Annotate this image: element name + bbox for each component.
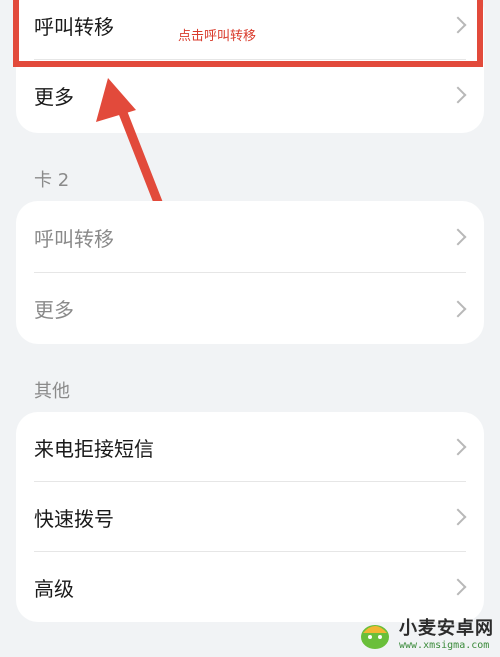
watermark-title: 小麦安卓网 [399, 618, 494, 639]
annotation-text: 点击呼叫转移 [178, 29, 257, 44]
section-label-sim2: 卡 2 [34, 170, 70, 191]
row-call-forwarding-sim2[interactable]: 呼叫转移 [16, 201, 484, 273]
chevron-right-icon [449, 86, 467, 104]
row-label: 高级 [34, 576, 74, 601]
row-advanced[interactable]: 高级 [16, 552, 484, 622]
row-more-sim1[interactable]: 更多 [16, 60, 484, 130]
chevron-right-icon [449, 508, 467, 526]
watermark: 小麦安卓网 www.xmsigma.com [357, 614, 494, 651]
row-label: 更多 [34, 298, 74, 322]
row-label: 快速拨号 [34, 506, 114, 531]
settings-card-other: 来电拒接短信 快速拨号 高级 [16, 412, 484, 622]
row-label: 更多 [34, 84, 74, 109]
chevron-right-icon [449, 578, 467, 596]
row-label: 来电拒接短信 [34, 436, 154, 461]
row-reject-sms[interactable]: 来电拒接短信 [16, 412, 484, 482]
watermark-url: www.xmsigma.com [399, 640, 490, 651]
row-more-sim2[interactable]: 更多 [16, 273, 484, 344]
settings-card-sim2: 呼叫转移 更多 [16, 201, 484, 344]
section-label-other: 其他 [34, 381, 70, 402]
chevron-right-icon [449, 438, 467, 456]
chevron-right-icon [449, 300, 467, 317]
row-label: 呼叫转移 [34, 226, 114, 251]
row-speed-dial[interactable]: 快速拨号 [16, 482, 484, 552]
android-logo-icon [361, 624, 389, 649]
chevron-right-icon [449, 228, 467, 246]
